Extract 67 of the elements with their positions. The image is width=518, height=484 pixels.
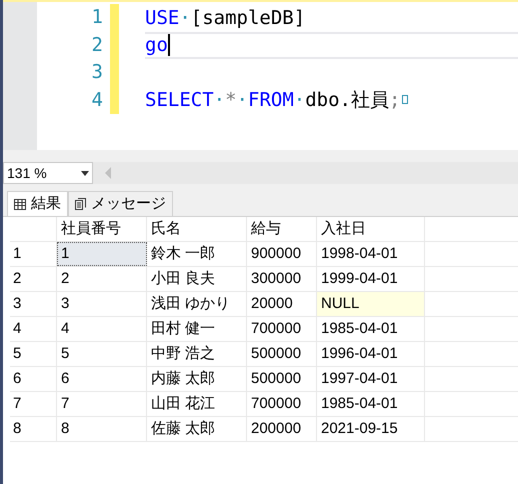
table-cell[interactable]: 200000 (247, 417, 317, 441)
table-cell[interactable]: 900000 (247, 242, 317, 266)
zoom-dropdown[interactable]: 131 % (3, 162, 93, 184)
row-number[interactable]: 7 (10, 392, 57, 416)
table-cell[interactable]: 500000 (247, 342, 317, 366)
results-tab[interactable]: 結果 (7, 191, 68, 216)
whitespace-marker: · (236, 88, 248, 113)
line-number: 2 (92, 36, 103, 55)
table-cell[interactable]: 700000 (247, 392, 317, 416)
scroll-left-icon[interactable] (105, 167, 111, 179)
sql-operator: * (225, 88, 237, 113)
row-number[interactable]: 3 (10, 292, 57, 316)
table-cell[interactable]: 1999-04-01 (317, 267, 425, 291)
column-header[interactable]: 社員番号 (57, 217, 147, 241)
table-cell[interactable]: 7 (57, 392, 147, 416)
code-editor[interactable]: 1 2 3 4 USE·[sampleDB] go SELECT·*·FROM·dbo.社員; (3, 0, 518, 150)
table-cell[interactable]: 佐藤 太郎 (147, 417, 247, 441)
table-cell[interactable]: 6 (57, 367, 147, 391)
table-cell[interactable]: 田村 健一 (147, 317, 247, 341)
table-cell[interactable]: 300000 (247, 267, 317, 291)
text-cursor (168, 34, 170, 56)
whitespace-marker: · (214, 88, 226, 113)
line-number: 4 (92, 90, 103, 110)
row-number[interactable]: 5 (10, 342, 57, 366)
table-cell[interactable]: 8 (57, 417, 147, 441)
column-header[interactable]: 入社日 (317, 217, 425, 241)
sql-keyword: USE (145, 6, 180, 30)
table-cell[interactable]: 鈴木 一郎 (147, 242, 247, 266)
table-cell[interactable]: 1 (57, 242, 147, 266)
whitespace-marker: · (179, 6, 191, 30)
table-cell[interactable]: 1985-04-01 (317, 317, 425, 341)
table-cell[interactable]: 1985-04-01 (317, 392, 425, 416)
row-number[interactable]: 2 (10, 267, 57, 291)
column-header[interactable]: 給与 (247, 217, 317, 241)
table-cell[interactable]: 3 (57, 292, 147, 316)
document-icon (75, 198, 86, 210)
sql-keyword: FROM (248, 88, 294, 113)
table-cell[interactable]: 1998-04-01 (317, 242, 425, 266)
table-cell[interactable]: 500000 (247, 367, 317, 391)
sql-keyword: SELECT (145, 88, 214, 113)
code-text: [sampleDB] (190, 6, 306, 30)
line-number: 3 (92, 63, 103, 82)
table-cell[interactable]: 中野 浩之 (147, 342, 247, 366)
table-cell[interactable]: 小田 良夫 (147, 267, 247, 291)
grid-icon (14, 198, 26, 210)
row-number[interactable]: 6 (10, 367, 57, 391)
table-cell[interactable]: 浅田 ゆかり (147, 292, 247, 316)
table-cell[interactable]: 2 (57, 267, 147, 291)
sql-keyword: go (145, 33, 168, 58)
table-cell[interactable]: 1997-04-01 (317, 367, 425, 391)
null-cell[interactable]: NULL (317, 292, 425, 316)
table-cell[interactable]: 内藤 太郎 (147, 367, 247, 391)
code-text: dbo.社員 (305, 88, 389, 113)
table-cell[interactable]: 山田 花江 (147, 392, 247, 416)
dropdown-arrow-icon (81, 170, 89, 176)
table-cell[interactable]: 2021-09-15 (317, 417, 425, 441)
row-number[interactable]: 8 (10, 417, 57, 441)
row-number[interactable]: 4 (10, 317, 57, 341)
results-tab[interactable]: メッセージ (68, 191, 173, 216)
table-cell[interactable]: 1996-04-01 (317, 342, 425, 366)
table-cell[interactable]: 4 (57, 317, 147, 341)
line-number: 1 (92, 8, 103, 28)
sql-operator: ; (388, 88, 400, 113)
table-cell[interactable]: 5 (57, 342, 147, 366)
table-cell[interactable]: 700000 (247, 317, 317, 341)
column-header[interactable]: 氏名 (147, 217, 247, 241)
whitespace-marker: · (294, 88, 306, 113)
